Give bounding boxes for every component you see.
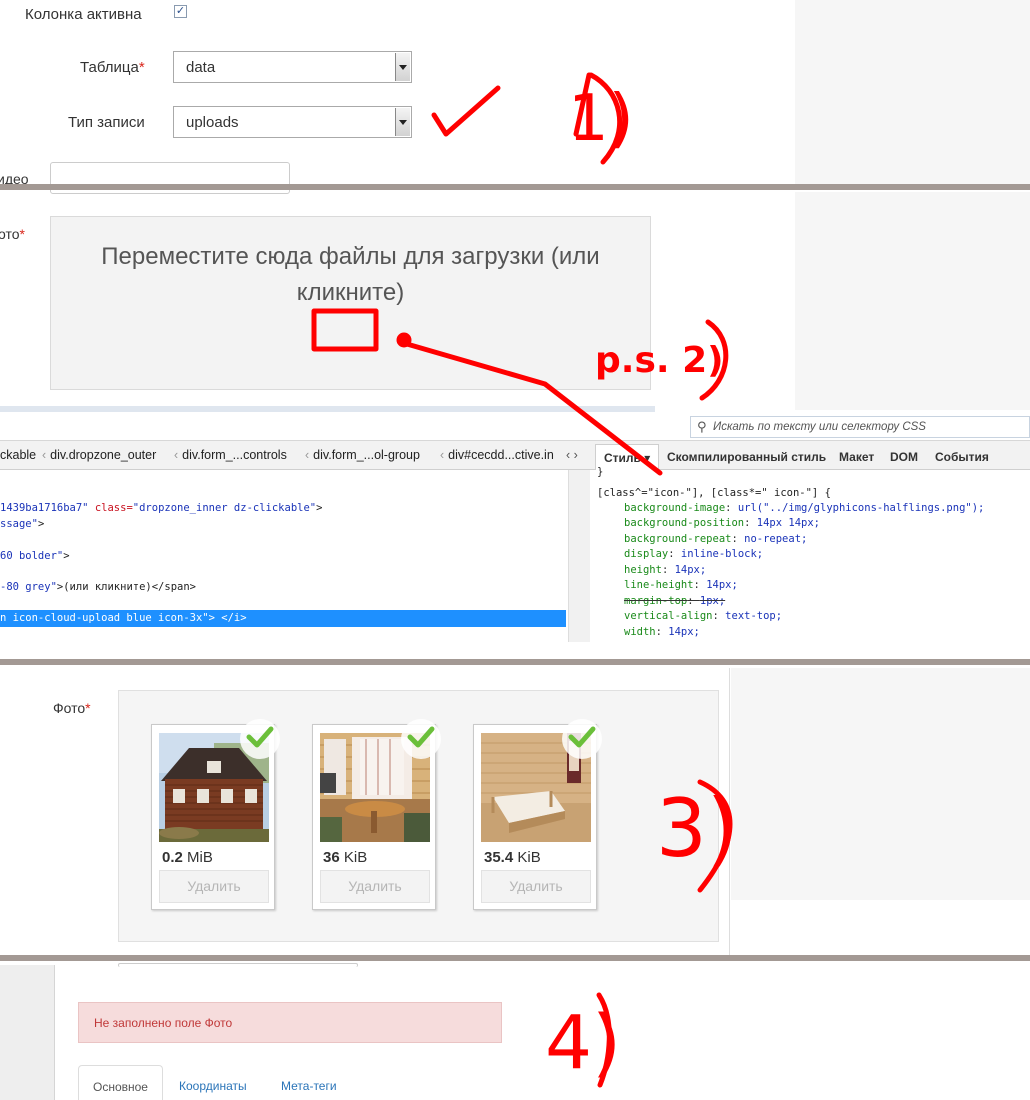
annotation-checkmark xyxy=(431,85,501,137)
chevron-down-icon[interactable] xyxy=(395,108,410,136)
next-input-edge xyxy=(118,963,358,967)
annotation-step1: 1) xyxy=(568,82,634,156)
photo-label-cropped: ото* xyxy=(0,226,25,242)
tab-dom[interactable]: DOM xyxy=(890,450,918,464)
devtools-scrollbar[interactable] xyxy=(568,470,590,642)
record-type-select-value: uploads xyxy=(186,114,239,131)
annotation-ps2: p.s. 2) xyxy=(595,340,724,381)
devtools-style-tabs: Стиль ▾ Скомпилированный стиль Макет DOM… xyxy=(590,440,1030,472)
form-tabs: Основное Координаты Мета-теги xyxy=(78,1065,498,1100)
photo-label: Фото* xyxy=(53,700,91,716)
panel1-side-background xyxy=(795,0,1030,186)
breadcrumb-item[interactable]: ‹ div.form_...ol-group xyxy=(305,448,420,462)
table-select-value: data xyxy=(186,59,216,76)
upload-success-check-icon xyxy=(240,719,280,759)
upload-card: 0.2 MiB Удалить xyxy=(151,719,280,910)
panel4-side-background xyxy=(0,965,55,1100)
tab-events[interactable]: События xyxy=(935,450,989,464)
html-line: 1439ba1716ba7" class="dropzone_inner dz-… xyxy=(0,502,323,514)
search-icon: ⚲ xyxy=(697,419,707,434)
annotation-step4: 4) xyxy=(545,1000,621,1086)
column-active-label: Колонка активна xyxy=(25,6,142,23)
css-brace: } xyxy=(597,466,604,478)
css-rule: line-height: 14px; xyxy=(624,579,738,591)
css-rule: background-repeat: no-repeat; xyxy=(624,533,808,545)
html-line-selected[interactable]: n icon-cloud-upload blue icon-3x"> </i> xyxy=(0,610,566,627)
dropzone[interactable]: Переместите сюда файлы для загрузки (или… xyxy=(50,216,651,390)
separator xyxy=(0,184,1030,190)
upload-success-check-icon xyxy=(401,719,441,759)
dropzone-message[interactable]: Переместите сюда файлы для загрузки (или… xyxy=(51,239,650,311)
uploads-area[interactable]: 0.2 MiB Удалить 36 KiB Удалить 35.4 KiB … xyxy=(118,690,719,942)
separator xyxy=(0,659,1030,665)
tab-computed-style[interactable]: Скомпилированный стиль xyxy=(667,450,826,464)
delete-file-button[interactable]: Удалить xyxy=(159,870,269,903)
html-line: -80 grey">(или кликните)</span> xyxy=(0,581,196,593)
panel3-side-background xyxy=(731,668,1030,900)
tab-meta-tags[interactable]: Мета-теги xyxy=(281,1079,337,1093)
upload-card: 36 KiB Удалить xyxy=(312,719,441,910)
tab-style[interactable]: Стиль ▾ xyxy=(595,444,660,472)
css-selector: [class^="icon-"], [class*=" icon-"] { xyxy=(597,487,831,499)
css-search-input[interactable]: ⚲ Искать по тексту или селектору CSS xyxy=(690,416,1030,438)
html-line: 60 bolder"> xyxy=(0,550,70,562)
panel2-side-background xyxy=(795,192,1030,410)
html-line: ssage"> xyxy=(0,518,45,530)
tab-coordinates[interactable]: Координаты xyxy=(179,1079,247,1093)
tab-layout[interactable]: Макет xyxy=(839,450,874,464)
devtools-css-pane: } [class^="icon-"], [class*=" icon-"] { … xyxy=(590,466,1030,642)
delete-file-button[interactable]: Удалить xyxy=(481,870,591,903)
breadcrumb-scroll-icon[interactable]: ‹ › xyxy=(566,448,578,462)
annotation-step3: 3) xyxy=(656,782,739,875)
file-size: 36 KiB xyxy=(323,849,368,866)
tab-main[interactable]: Основное xyxy=(78,1065,163,1100)
record-type-label: Тип записи xyxy=(68,114,145,131)
css-rule: height: 14px; xyxy=(624,564,707,576)
error-alert: Не заполнено поле Фото xyxy=(78,1002,502,1043)
column-active-checkbox[interactable]: ✓ xyxy=(174,5,187,18)
css-rule: width: 14px; xyxy=(624,626,700,638)
upload-success-check-icon xyxy=(562,719,602,759)
breadcrumb-item[interactable]: ‹ div.form_...controls xyxy=(174,448,287,462)
file-size: 0.2 MiB xyxy=(162,849,213,866)
css-rule: display: inline-block; xyxy=(624,548,764,560)
devtools-breadcrumb: ckable ‹ div.dropzone_outer ‹ div.form_...… xyxy=(0,440,590,470)
breadcrumb-item[interactable]: ckable xyxy=(0,448,36,462)
breadcrumb-item[interactable]: ‹ div.dropzone_outer xyxy=(42,448,156,462)
css-rule: background-image: url("../img/glyphicons… xyxy=(624,502,985,514)
separator xyxy=(0,955,1030,961)
file-size: 35.4 KiB xyxy=(484,849,541,866)
css-rule: vertical-align: text-top; xyxy=(624,610,783,622)
table-select[interactable]: data xyxy=(173,51,412,83)
delete-file-button[interactable]: Удалить xyxy=(320,870,430,903)
table-label: Таблица* xyxy=(80,59,145,76)
css-rule: background-position: 14px 14px; xyxy=(624,517,820,529)
chevron-down-icon[interactable] xyxy=(395,53,410,81)
upload-card: 35.4 KiB Удалить xyxy=(473,719,602,910)
record-type-select[interactable]: uploads xyxy=(173,106,412,138)
breadcrumb-item[interactable]: ‹ div#cecdd...ctive.in xyxy=(440,448,554,462)
css-rule-overridden: margin-top: 1px; xyxy=(624,595,726,607)
